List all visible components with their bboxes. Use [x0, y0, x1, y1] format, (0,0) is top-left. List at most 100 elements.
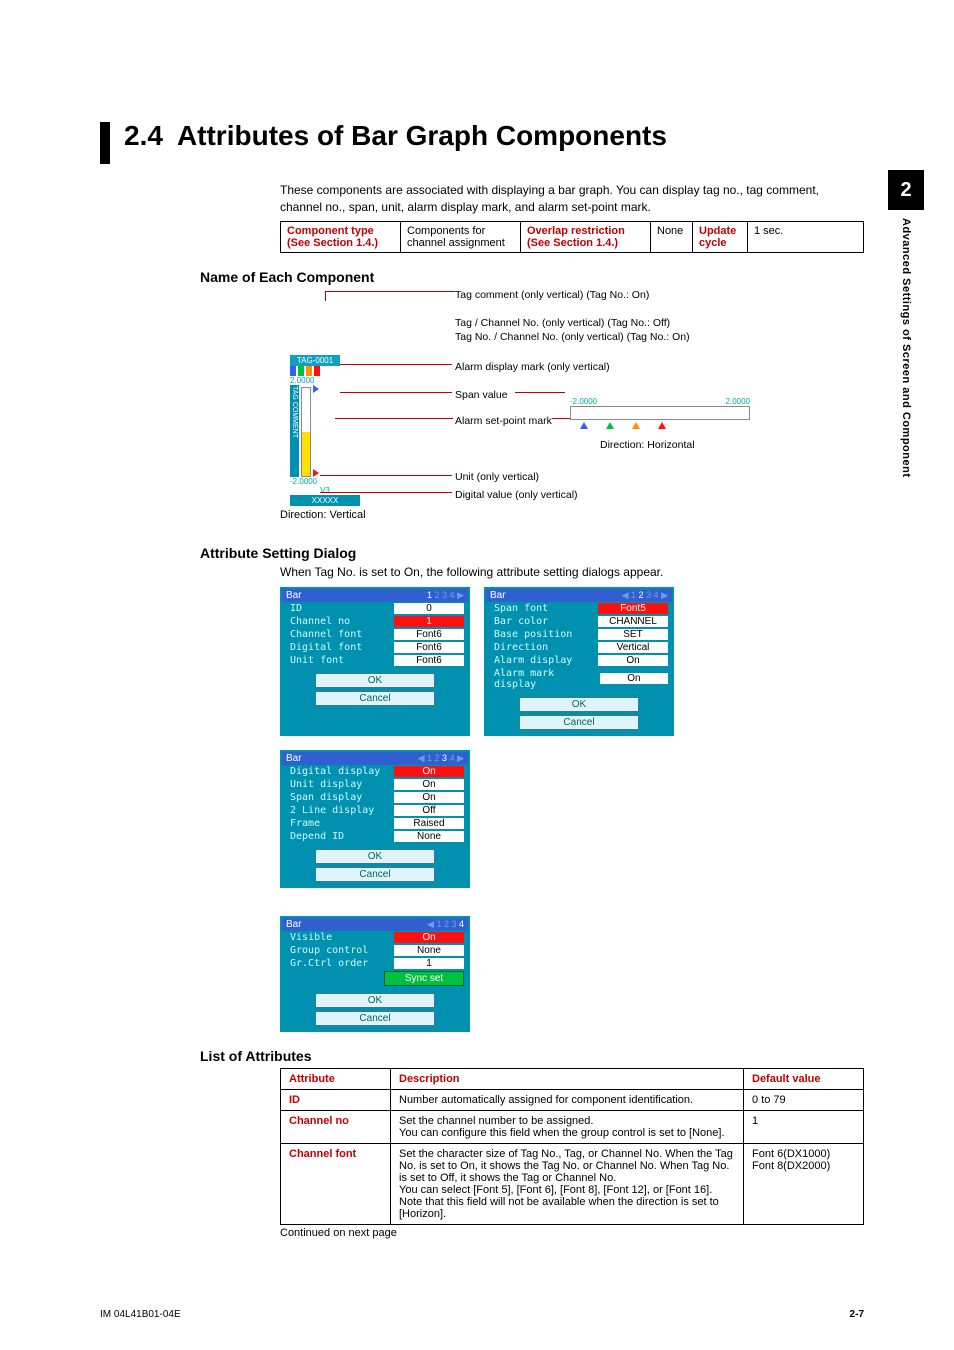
lbl-tag-ch-a: Tag / Channel No. (only vertical) (Tag N… — [455, 317, 670, 329]
dialog-row-value[interactable]: On — [394, 779, 464, 790]
attr-note: When Tag No. is set to On, the following… — [280, 565, 864, 579]
span-lo: -2.0000 — [570, 397, 597, 406]
cancel-button[interactable]: Cancel — [519, 715, 639, 730]
setting-dialog: Bar◀ 1 2 3 4 ▶Span font Font5 Bar color CHA… — [484, 587, 674, 736]
lbl-span: Span value — [455, 389, 508, 401]
lbl-alarm-set: Alarm set-point mark — [455, 415, 552, 427]
meta-h2: Overlap restriction — [527, 225, 625, 237]
dialog-row: Span display On — [282, 791, 468, 804]
dialog-row-value[interactable]: Vertical — [598, 642, 668, 653]
dialog-row-label: Direction — [494, 642, 548, 653]
meta-h1b: (See Section 1.4.) — [287, 237, 378, 249]
dialog-row-label: Gr.Ctrl order — [290, 958, 368, 969]
ok-button[interactable]: OK — [315, 849, 435, 864]
lbl-tag-ch-b: Tag No. / Channel No. (only vertical) (T… — [455, 331, 690, 343]
dialog-row-label: ID — [290, 603, 302, 614]
dialog-row: Visible On — [282, 931, 468, 944]
dialog-row: Depend ID None — [282, 830, 468, 843]
dialog-row-label: Channel no — [290, 616, 350, 627]
ok-button[interactable]: OK — [315, 993, 435, 1008]
section-name-heading: Name of Each Component — [200, 269, 864, 285]
dialog-row: Frame Raised — [282, 817, 468, 830]
dialogs-container: Bar1 2 3 4 ▶ID0Channel no1Channel fontFo… — [280, 587, 864, 1032]
attr-desc: Set the character size of Tag No., Tag, … — [391, 1143, 744, 1224]
dialog-row-label: Channel font — [290, 629, 362, 640]
dialog-row-value[interactable]: 0 — [394, 603, 464, 614]
dialog-row-label: Frame — [290, 818, 320, 829]
dialog-row: Base position SET — [486, 628, 672, 641]
bar-scale-icon — [301, 387, 311, 477]
dialog-title: Bar◀ 1 2 3 4 ▶ — [486, 589, 672, 602]
dialog-row: Alarm display On — [486, 654, 672, 667]
dialog-row: Gr.Ctrl order 1 — [282, 957, 468, 970]
dialog-row-label: Base position — [494, 629, 572, 640]
lbl-unit: Unit (only vertical) — [455, 471, 539, 483]
meta-v1a: Components for — [407, 225, 485, 237]
dialog-row-value[interactable]: Font6 — [394, 655, 464, 666]
tag-label: TAG-0001 — [290, 355, 340, 366]
dialog-row: Alarm mark displayOn — [486, 667, 672, 691]
attr-default: Font 6(DX1000)Font 8(DX2000) — [744, 1143, 864, 1224]
dialog-row-value[interactable]: None — [394, 945, 464, 956]
attr-th-1: Description — [391, 1068, 744, 1089]
dialog-row-label: Visible — [290, 932, 332, 943]
unit-label: V3 — [290, 486, 360, 495]
setting-dialog: Bar1 2 3 4 ▶ID0Channel no1Channel fontFo… — [280, 587, 470, 736]
heading-title: Attributes of Bar Graph Components — [177, 120, 667, 152]
lbl-tag-comment: Tag comment (only vertical) (Tag No.: On… — [455, 289, 649, 301]
dialog-row-value[interactable]: Font5 — [598, 603, 668, 614]
dialog-row-label: 2 Line display — [290, 805, 374, 816]
cancel-button[interactable]: Cancel — [315, 867, 435, 882]
attr-th-2: Default value — [744, 1068, 864, 1089]
attr-name: Channel no — [281, 1110, 391, 1143]
dialog-row-label: Span font — [494, 603, 548, 614]
dialog-row: Channel font Font6 — [282, 628, 468, 641]
dialog-title: Bar◀ 1 2 3 4 ▶ — [282, 752, 468, 765]
meta-h3b: cycle — [699, 237, 727, 249]
dialog-row-value[interactable]: Raised — [394, 818, 464, 829]
dialog-row: Digital displayOn — [282, 765, 468, 778]
dialog-row-value[interactable]: None — [394, 831, 464, 842]
ok-button[interactable]: OK — [519, 697, 639, 712]
dialog-title: Bar◀ 1 2 3 4 — [282, 918, 468, 931]
meta-v1b: channel assignment — [407, 237, 505, 249]
dialog-row-value[interactable]: Font6 — [394, 642, 464, 653]
dialog-row: Unit display On — [282, 778, 468, 791]
dialog-row-label: Bar color — [494, 616, 548, 627]
attr-desc: Number automatically assigned for compon… — [391, 1089, 744, 1110]
attr-name: ID — [281, 1089, 391, 1110]
dialog-row-label: Unit display — [290, 779, 362, 790]
sync-set-button[interactable]: Sync set — [384, 971, 464, 986]
dialog-row-value[interactable]: 1 — [394, 958, 464, 969]
dialog-row: Group controlNone — [282, 944, 468, 957]
table-row: IDNumber automatically assigned for comp… — [281, 1089, 864, 1110]
dialog-row-value[interactable]: On — [394, 766, 464, 777]
cancel-button[interactable]: Cancel — [315, 691, 435, 706]
dialog-row-value[interactable]: On — [600, 673, 668, 684]
meta-h2b: (See Section 1.4.) — [527, 237, 618, 249]
dialog-row-value[interactable]: CHANNEL — [598, 616, 668, 627]
dialog-row-value[interactable]: On — [598, 655, 668, 666]
dialog-row-label: Alarm mark display — [494, 668, 600, 690]
attr-name: Channel font — [281, 1143, 391, 1224]
dialog-row-value[interactable]: Font6 — [394, 629, 464, 640]
ok-button[interactable]: OK — [315, 673, 435, 688]
lbl-dir-h: Direction: Horizontal — [600, 439, 695, 451]
dialog-row-value[interactable]: SET — [598, 629, 668, 640]
dialog-row-label: Span display — [290, 792, 362, 803]
dialog-row-value[interactable]: Off — [394, 805, 464, 816]
dialog-row-value[interactable]: On — [394, 792, 464, 803]
dialog-row: Channel no 1 — [282, 615, 468, 628]
cancel-button[interactable]: Cancel — [315, 1011, 435, 1026]
vertical-bar-mock: TAG-0001 2.0000 TAG COMMENT -2.0000 — [290, 355, 360, 506]
dialog-row-value[interactable]: On — [394, 932, 464, 943]
dialog-row-label: Depend ID — [290, 831, 344, 842]
dialog-row: Bar color CHANNEL — [486, 615, 672, 628]
dialog-row-value[interactable]: 1 — [394, 616, 464, 627]
dialog-row-label: Alarm display — [494, 655, 572, 666]
dialog-row: Unit fontFont6 — [282, 654, 468, 667]
attr-default: 0 to 79 — [744, 1089, 864, 1110]
meta-h3: Update — [699, 225, 736, 237]
footer-page-num: 2-7 — [850, 1309, 864, 1320]
heading-number: 2.4 — [124, 120, 163, 152]
